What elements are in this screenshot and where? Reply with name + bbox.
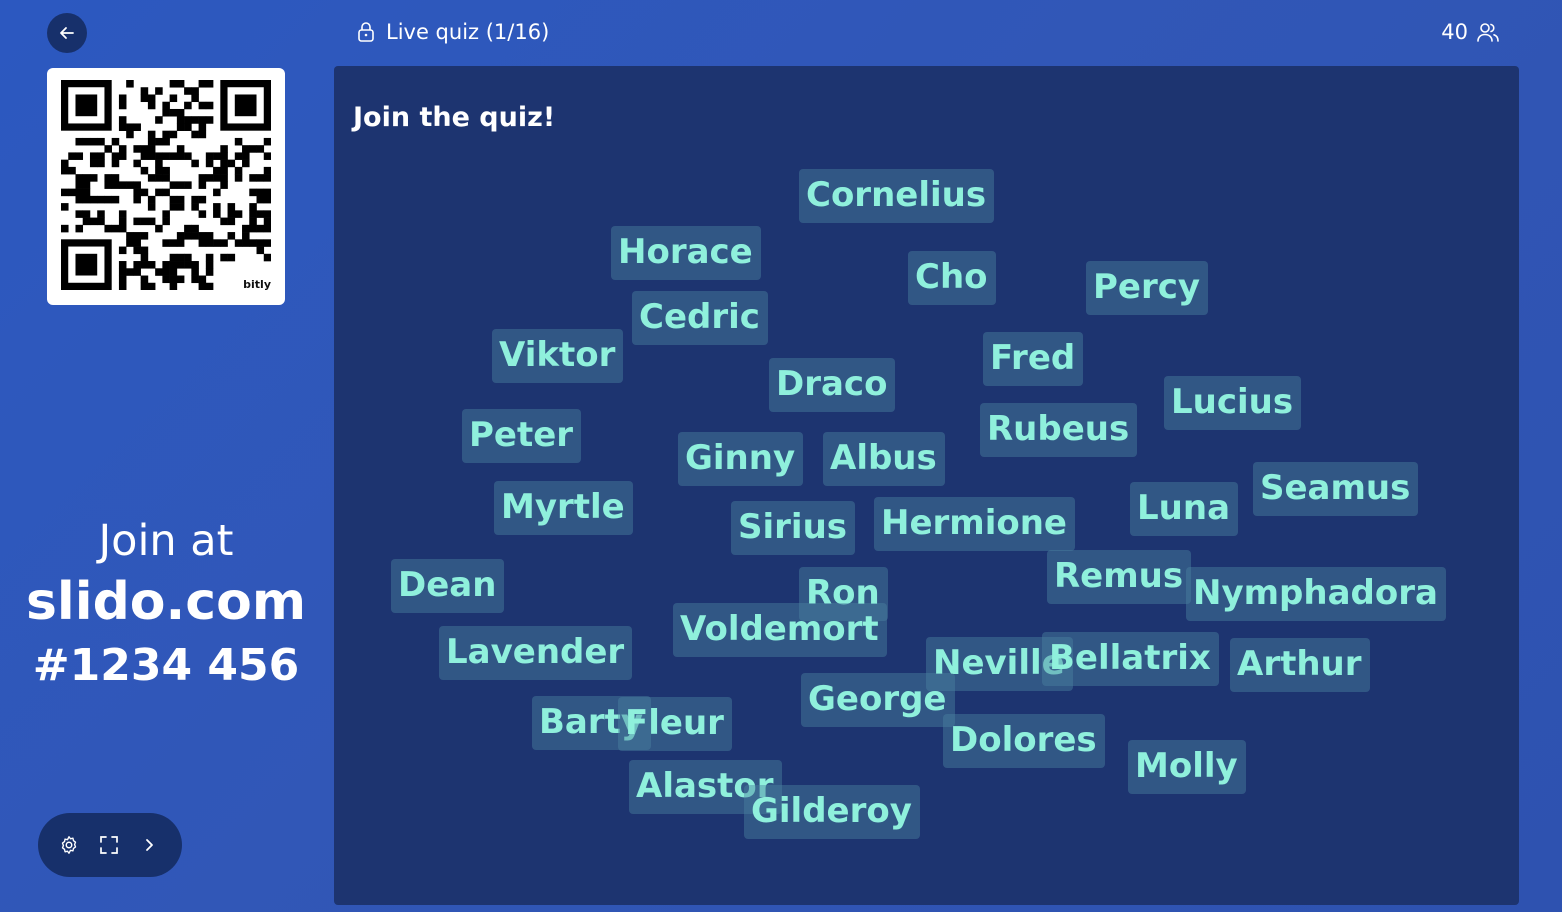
participant-name: Gilderoy — [744, 785, 920, 839]
chevron-right-icon — [146, 839, 153, 851]
participant-counter: 40 — [1441, 17, 1500, 47]
participant-name: Sirius — [731, 501, 856, 555]
participant-name: Myrtle — [494, 481, 633, 535]
participants-panel: Join the quiz! Cornelius Horace Cho Perc… — [334, 66, 1519, 905]
participant-name: Cornelius — [799, 169, 995, 223]
participant-name: Voldemort — [673, 603, 887, 657]
participant-name: Bellatrix — [1042, 632, 1219, 686]
participant-name: Remus — [1047, 550, 1192, 604]
participant-name: Luna — [1130, 482, 1239, 536]
settings-button[interactable] — [58, 834, 80, 856]
participant-name: Percy — [1086, 261, 1209, 315]
participant-name: George — [801, 673, 955, 727]
participant-name: Lavender — [439, 626, 633, 680]
join-instructions: Join at slido.com #1234 456 — [0, 513, 332, 697]
panel-title: Join the quiz! — [353, 102, 556, 133]
participant-name: Dean — [391, 559, 505, 613]
presentation-controls — [38, 813, 182, 877]
participant-name: Nymphadora — [1186, 567, 1446, 621]
participant-name: Cedric — [632, 291, 768, 345]
participant-name: Seamus — [1253, 462, 1419, 516]
fullscreen-button[interactable] — [98, 834, 120, 856]
qr-brand-label: bitly — [243, 278, 271, 291]
participant-name: Molly — [1128, 740, 1246, 794]
participant-name: Fleur — [618, 697, 732, 751]
qr-code: bitly — [47, 68, 285, 305]
participant-name: Lucius — [1164, 376, 1302, 430]
participant-name: Peter — [462, 409, 582, 463]
participant-name: Arthur — [1230, 638, 1370, 692]
fullscreen-icon — [100, 836, 118, 854]
quiz-title: Live quiz (1/16) — [386, 20, 550, 44]
users-icon — [1477, 23, 1499, 42]
join-url: slido.com — [25, 572, 307, 632]
participant-name: Albus — [823, 432, 945, 486]
participant-name: Fred — [983, 332, 1084, 386]
participant-name: Horace — [611, 226, 761, 280]
participant-count: 40 — [1441, 20, 1468, 44]
participant-name: Ginny — [678, 432, 804, 486]
participant-name: Draco — [769, 358, 896, 412]
participant-name: Rubeus — [980, 403, 1138, 457]
quiz-status: Live quiz (1/16) — [356, 17, 549, 47]
gear-icon — [61, 836, 77, 854]
next-button[interactable] — [138, 834, 160, 856]
back-button[interactable] — [47, 13, 87, 53]
participant-name: Viktor — [492, 329, 624, 383]
join-at-label: Join at — [98, 516, 234, 566]
participant-name: Cho — [908, 251, 996, 305]
arrow-left-icon — [60, 27, 74, 39]
lock-icon — [358, 22, 374, 42]
join-code: #1234 456 — [32, 640, 300, 691]
participant-name: Dolores — [943, 714, 1105, 768]
participant-name: Hermione — [874, 497, 1075, 551]
